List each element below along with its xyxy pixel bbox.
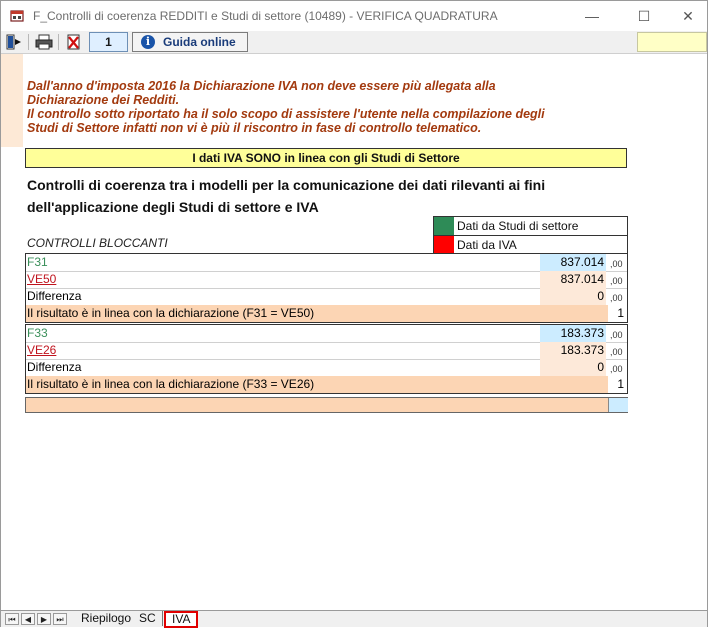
toolbar-separator: [58, 34, 59, 50]
result-row: Il risultato è in linea con la dichiaraz…: [26, 305, 627, 322]
status-field: [637, 32, 707, 52]
row-label: F31: [27, 255, 48, 269]
row-label: Differenza: [27, 360, 82, 374]
table-row: VE26 183.373 ,00: [26, 342, 627, 360]
notice-line: Il controllo sotto riportato ha il solo …: [27, 107, 545, 121]
title-bar: F_Controlli di coerenza REDDITI e Studi …: [1, 1, 707, 31]
section-heading: Controlli di coerenza tra i modelli per …: [27, 174, 617, 218]
legend-item-sds: Dati da Studi di settore: [434, 217, 627, 235]
notice-text: Dall'anno d'imposta 2016 la Dichiarazion…: [27, 79, 617, 135]
heading-line: dell'applicazione degli Studi di settore…: [27, 199, 319, 215]
prev-sheet-button[interactable]: ◀: [21, 613, 35, 625]
legend-swatch-green: [434, 217, 454, 235]
minimize-button[interactable]: —: [569, 1, 615, 31]
table-row: F31 837.014 ,00: [26, 254, 627, 272]
row-decimals: ,00: [610, 364, 623, 374]
row-value[interactable]: 837.014: [540, 271, 606, 288]
table-row: VE50 837.014 ,00: [26, 271, 627, 289]
result-row: Il risultato è in linea con la dichiaraz…: [26, 376, 627, 393]
result-value: 1: [608, 376, 627, 393]
check-block-f31: F31 837.014 ,00 VE50 837.014 ,00 Differe…: [25, 253, 628, 323]
next-sheet-button[interactable]: ▶: [37, 613, 51, 625]
print-icon[interactable]: [35, 33, 53, 51]
notice-line: Dichiarazione dei Redditi.: [27, 93, 180, 107]
result-label: Il risultato è in linea con la dichiaraz…: [27, 377, 315, 391]
tab-riepilogo[interactable]: Riepilogo: [75, 611, 139, 626]
maximize-button[interactable]: ☐: [621, 1, 667, 31]
close-button[interactable]: ✕: [665, 1, 708, 31]
row-label: VE26: [27, 343, 57, 357]
legend-swatch-red: [434, 236, 454, 254]
row-value: 0: [540, 288, 606, 305]
summary-cell[interactable]: [608, 398, 628, 412]
notice-line: Studi di Settore infatti non vi è più il…: [27, 121, 482, 135]
info-icon: i: [141, 35, 155, 49]
window-title: F_Controlli di coerenza REDDITI e Studi …: [33, 9, 498, 23]
tab-sc[interactable]: SC: [133, 611, 163, 626]
status-banner: I dati IVA SONO in linea con gli Studi d…: [25, 148, 627, 168]
table-row: Differenza 0 ,00: [26, 288, 627, 306]
delete-document-icon[interactable]: [65, 33, 83, 51]
page-number-field[interactable]: 1: [89, 32, 128, 52]
notice-line: Dall'anno d'imposta 2016 la Dichiarazion…: [27, 79, 496, 93]
row-value[interactable]: 183.373: [540, 325, 606, 342]
minimize-icon: —: [585, 8, 599, 24]
legend-item-iva: Dati da IVA: [434, 235, 627, 254]
help-online-button[interactable]: i Guida online: [132, 32, 248, 52]
sheet-tab-bar: ⏮ ◀ ▶ ⏭ Riepilogo SC IVA: [1, 610, 707, 628]
controls-label: CONTROLLI BLOCCANTI: [27, 236, 168, 250]
heading-line: Controlli di coerenza tra i modelli per …: [27, 177, 546, 193]
row-label: F33: [27, 326, 48, 340]
row-label: VE50: [27, 272, 57, 286]
tab-iva[interactable]: IVA: [164, 611, 199, 628]
row-decimals: ,00: [610, 276, 623, 286]
row-value[interactable]: 183.373: [540, 342, 606, 359]
application-window: F_Controlli di coerenza REDDITI e Studi …: [0, 0, 708, 628]
last-sheet-button[interactable]: ⏭: [53, 613, 67, 625]
table-row: F33 183.373 ,00: [26, 325, 627, 343]
maximize-icon: ☐: [637, 7, 651, 24]
table-row: Differenza 0 ,00: [26, 359, 627, 377]
result-value: 1: [608, 305, 627, 322]
row-decimals: ,00: [610, 330, 623, 340]
summary-row: [25, 397, 628, 413]
legend-label: Dati da Studi di settore: [457, 219, 579, 233]
worksheet-content: Dall'anno d'imposta 2016 la Dichiarazion…: [1, 54, 707, 609]
help-online-label: Guida online: [163, 35, 236, 49]
app-icon: [10, 10, 24, 22]
row-decimals: ,00: [610, 293, 623, 303]
row-decimals: ,00: [610, 347, 623, 357]
legend-label: Dati da IVA: [457, 238, 517, 252]
row-value[interactable]: 837.014: [540, 254, 606, 271]
decorative-strip: [1, 54, 23, 147]
result-label: Il risultato è in linea con la dichiaraz…: [27, 306, 315, 320]
first-sheet-button[interactable]: ⏮: [5, 613, 19, 625]
exit-icon[interactable]: [5, 33, 23, 51]
legend: Dati da Studi di settore Dati da IVA: [433, 216, 628, 254]
close-icon: ✕: [682, 7, 694, 24]
row-label: Differenza: [27, 289, 82, 303]
check-block-f33: F33 183.373 ,00 VE26 183.373 ,00 Differe…: [25, 324, 628, 394]
toolbar: 1 i Guida online: [1, 31, 707, 54]
toolbar-separator: [28, 34, 29, 50]
row-decimals: ,00: [610, 259, 623, 269]
row-value: 0: [540, 359, 606, 376]
